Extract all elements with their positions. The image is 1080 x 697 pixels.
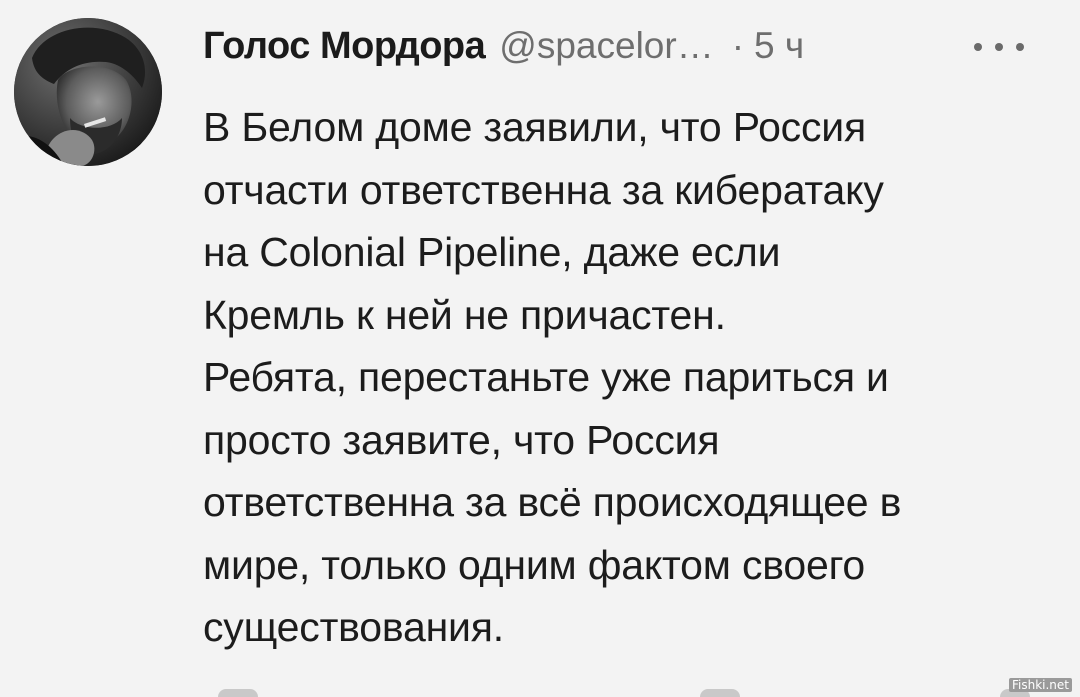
more-dot — [974, 43, 982, 51]
tweet-text-line: отчасти ответственна за кибератаку — [203, 166, 884, 213]
more-dot — [995, 43, 1003, 51]
tweet-timestamp[interactable]: 5 ч — [754, 25, 804, 67]
tweet-text-line: ответственна за всё происходящее в — [203, 479, 902, 525]
tweet-text-line: Кремль к ней не причастен. — [203, 291, 726, 338]
more-options-icon[interactable] — [974, 40, 1024, 54]
tweet-text-line: мире, только одним фактом своего — [203, 541, 866, 588]
avatar[interactable] — [14, 18, 162, 166]
watermark-logo: Fishki.net — [1008, 678, 1072, 692]
tweet-text-line: В Белом доме заявили, что Россия — [203, 104, 866, 150]
tweet-text-line: на Colonial Pipeline, даже если — [203, 229, 781, 275]
action-bar-partial — [0, 684, 1080, 697]
tweet-card: Голос Мордора @spacelor… · 5 ч В Белом д… — [0, 0, 1080, 697]
more-dot — [1016, 43, 1024, 51]
avatar-photo — [14, 18, 162, 166]
tweet-text-line: существования. — [203, 604, 504, 650]
author-display-name[interactable]: Голос Мордора — [203, 25, 486, 68]
tweet-text: В Белом доме заявили, что Россия отчасти… — [203, 96, 1063, 659]
header-separator: · — [731, 25, 745, 66]
tweet-header: Голос Мордора @spacelor… · 5 ч — [203, 20, 1043, 72]
tweet-text-line: просто заявите, что Россия — [203, 416, 720, 463]
author-handle[interactable]: @spacelor… — [499, 25, 713, 67]
tweet-text-line: Ребята, перестаньте уже париться и — [203, 354, 889, 400]
